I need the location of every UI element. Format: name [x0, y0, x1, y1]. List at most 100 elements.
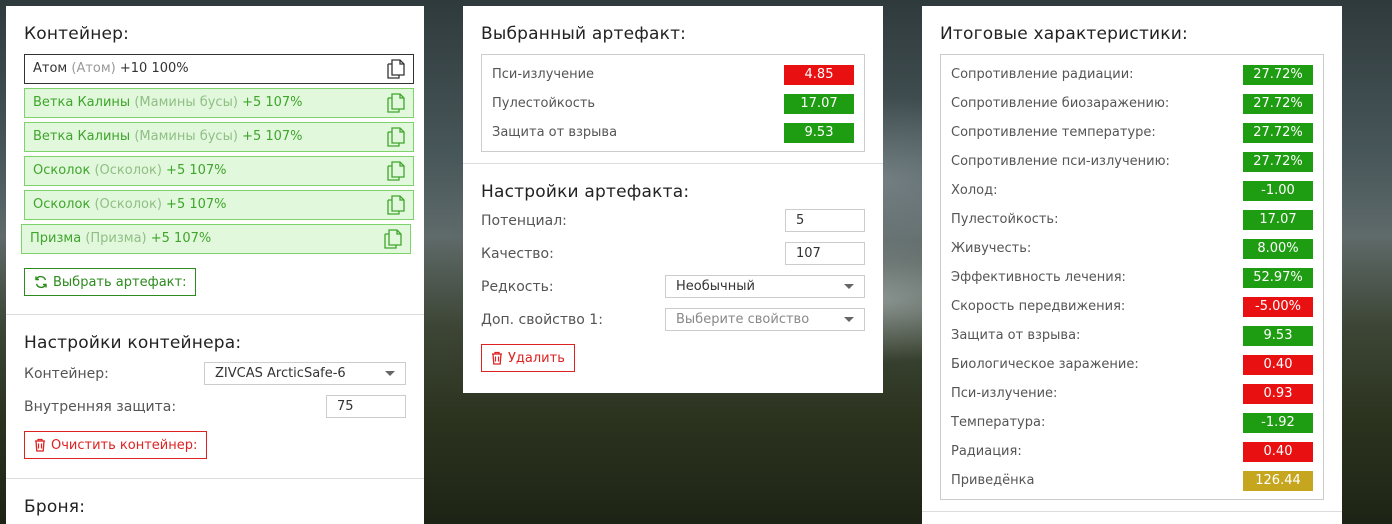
container-label: Контейнер:: [24, 365, 109, 382]
clear-container-button[interactable]: Очистить контейнер:: [24, 431, 208, 459]
stat-row: Приведёнка 126.44: [951, 466, 1313, 495]
refresh-icon: [35, 275, 47, 289]
copy-icon[interactable]: [387, 195, 405, 215]
container-select[interactable]: ZIVCAS ArcticSafe-6: [204, 362, 406, 385]
stat-row: Защита от взрыва: 9.53: [951, 321, 1313, 350]
rarity-label: Редкость:: [481, 278, 554, 295]
armor-section: Броня:: [6, 478, 424, 524]
stat-value: 8.00%: [1243, 238, 1313, 259]
copy-icon[interactable]: [384, 229, 402, 249]
stat-label: Защита от взрыва:: [951, 328, 1081, 343]
artifact-bonus: +5 107%: [242, 95, 303, 110]
potential-input[interactable]: 5: [785, 209, 865, 232]
artifact-name: Осколок: [33, 163, 91, 178]
copy-icon[interactable]: [387, 127, 405, 147]
potential-row: Потенциал: 5: [481, 204, 865, 237]
select-artifact-button[interactable]: Выбрать артефакт:: [24, 268, 197, 296]
copy-icon[interactable]: [387, 161, 405, 181]
artifact-name: Осколок: [33, 197, 91, 212]
copy-icon[interactable]: [387, 59, 405, 79]
artifact-bonus: +10 100%: [119, 61, 189, 76]
stat-row: Пулестойкость: 17.07: [951, 205, 1313, 234]
artifact-item-prizma[interactable]: Призма (Призма) +5 107%: [21, 224, 411, 254]
container-settings-section: Настройки контейнера: Контейнер: ZIVCAS …: [6, 314, 424, 478]
armor-title: Броня:: [24, 497, 86, 517]
stat-label: Сопротивление пси-излучению:: [951, 154, 1170, 169]
artifact-bonus: +5 107%: [166, 163, 227, 178]
container-row: Контейнер: ZIVCAS ArcticSafe-6: [24, 357, 406, 390]
artifact-item-atom[interactable]: Атом (Атом) +10 100%: [24, 54, 414, 84]
stat-row: Сопротивление температуре: 27.72%: [951, 118, 1313, 147]
quality-row: Качество: 107: [481, 237, 865, 270]
trash-icon: [492, 351, 502, 365]
stat-label: Пси-излучение:: [951, 386, 1058, 401]
stat-row: Скорость передвижения: -5.00%: [951, 292, 1313, 321]
artifact-settings-title: Настройки артефакта:: [481, 182, 690, 202]
stat-row: Эффективность лечения: 52.97%: [951, 263, 1313, 292]
stat-label: Живучесть:: [951, 241, 1032, 256]
stat-value: 4.85: [784, 64, 854, 85]
artifact-item-oskolok-2[interactable]: Осколок (Осколок) +5 107%: [24, 190, 414, 220]
stat-value: 0.40: [1243, 354, 1313, 375]
stat-row: Пулестойкость 17.07: [492, 89, 854, 118]
extra-property-select[interactable]: Выберите свойство: [665, 308, 865, 331]
stat-label: Сопротивление биозаражению:: [951, 96, 1170, 111]
stat-value: 27.72%: [1243, 151, 1313, 172]
artifact-alt-name: (Осколок): [94, 163, 162, 178]
artifact-item-oskolok-1[interactable]: Осколок (Осколок) +5 107%: [24, 156, 414, 186]
container-panel: Контейнер: Атом (Атом) +10 100% Ветка Ка…: [6, 6, 424, 524]
selected-artifact-section: Выбранный артефакт: Пси-излучение 4.85 П…: [463, 6, 883, 163]
inner-protection-row: Внутренняя защита: 75: [24, 390, 406, 423]
rarity-select[interactable]: Необычный: [665, 275, 865, 298]
stat-label: Сопротивление температуре:: [951, 125, 1156, 140]
artifact-alt-name: (Призма): [85, 231, 147, 246]
stat-label: Защита от взрыва: [492, 125, 618, 140]
stat-value: 27.72%: [1243, 64, 1313, 85]
totals-title: Итоговые характеристики:: [940, 24, 1188, 44]
artifact-item-kalina-2[interactable]: Ветка Калины (Мамины бусы) +5 107%: [24, 122, 414, 152]
potential-label: Потенциал:: [481, 212, 567, 229]
stat-row: Пси-излучение 4.85: [492, 60, 854, 89]
inner-protection-input[interactable]: 75: [326, 395, 406, 418]
artifact-name: Ветка Калины: [33, 95, 131, 110]
artifact-alt-name: (Атом): [71, 61, 116, 76]
artifact-name: Призма: [30, 231, 82, 246]
extra-property-label: Доп. свойство 1:: [481, 311, 603, 328]
quality-input[interactable]: 107: [785, 242, 865, 265]
stat-value: 27.72%: [1243, 93, 1313, 114]
stat-row: Пси-излучение: 0.93: [951, 379, 1313, 408]
artifact-panel: Выбранный артефакт: Пси-излучение 4.85 П…: [463, 6, 883, 393]
artifact-bonus: +5 107%: [150, 231, 212, 246]
artifact-item-kalina-1[interactable]: Ветка Калины (Мамины бусы) +5 107%: [24, 88, 414, 118]
stat-row: Радиация: 0.40: [951, 437, 1313, 466]
chevron-down-icon: [844, 284, 854, 289]
chevron-down-icon: [385, 371, 395, 376]
stat-label: Пси-излучение: [492, 67, 595, 82]
selected-artifact-stats: Пси-излучение 4.85 Пулестойкость 17.07 З…: [481, 54, 865, 152]
stat-label: Приведёнка: [951, 473, 1035, 488]
stat-row: Холод: -1.00: [951, 176, 1313, 205]
stat-value: 52.97%: [1243, 267, 1313, 288]
stat-value: 0.40: [1243, 441, 1313, 462]
stat-value: -1.92: [1243, 412, 1313, 433]
delete-artifact-button[interactable]: Удалить: [481, 344, 575, 372]
stat-label: Пулестойкость: [492, 96, 596, 111]
extra-property-row: Доп. свойство 1: Выберите свойство: [481, 303, 865, 336]
stat-row: Защита от взрыва 9.53: [492, 118, 854, 147]
artifact-alt-name: (Мамины бусы): [134, 129, 238, 144]
artifact-name: Ветка Калины: [33, 129, 131, 144]
stat-label: Скорость передвижения:: [951, 299, 1126, 314]
stat-value: 17.07: [784, 93, 854, 114]
totals-panel: Итоговые характеристики: Сопротивление р…: [922, 6, 1342, 524]
chevron-down-icon: [844, 317, 854, 322]
rarity-row: Редкость: Необычный: [481, 270, 865, 303]
container-title: Контейнер:: [24, 24, 130, 44]
rarity-select-value: Необычный: [676, 279, 755, 294]
selected-artifact-title: Выбранный артефакт:: [481, 24, 687, 44]
stat-label: Холод:: [951, 183, 998, 198]
stat-value: 0.93: [1243, 383, 1313, 404]
stat-row: Сопротивление пси-излучению: 27.72%: [951, 147, 1313, 176]
artifact-name: Атом: [33, 61, 68, 76]
stat-label: Пулестойкость:: [951, 212, 1059, 227]
copy-icon[interactable]: [387, 93, 405, 113]
